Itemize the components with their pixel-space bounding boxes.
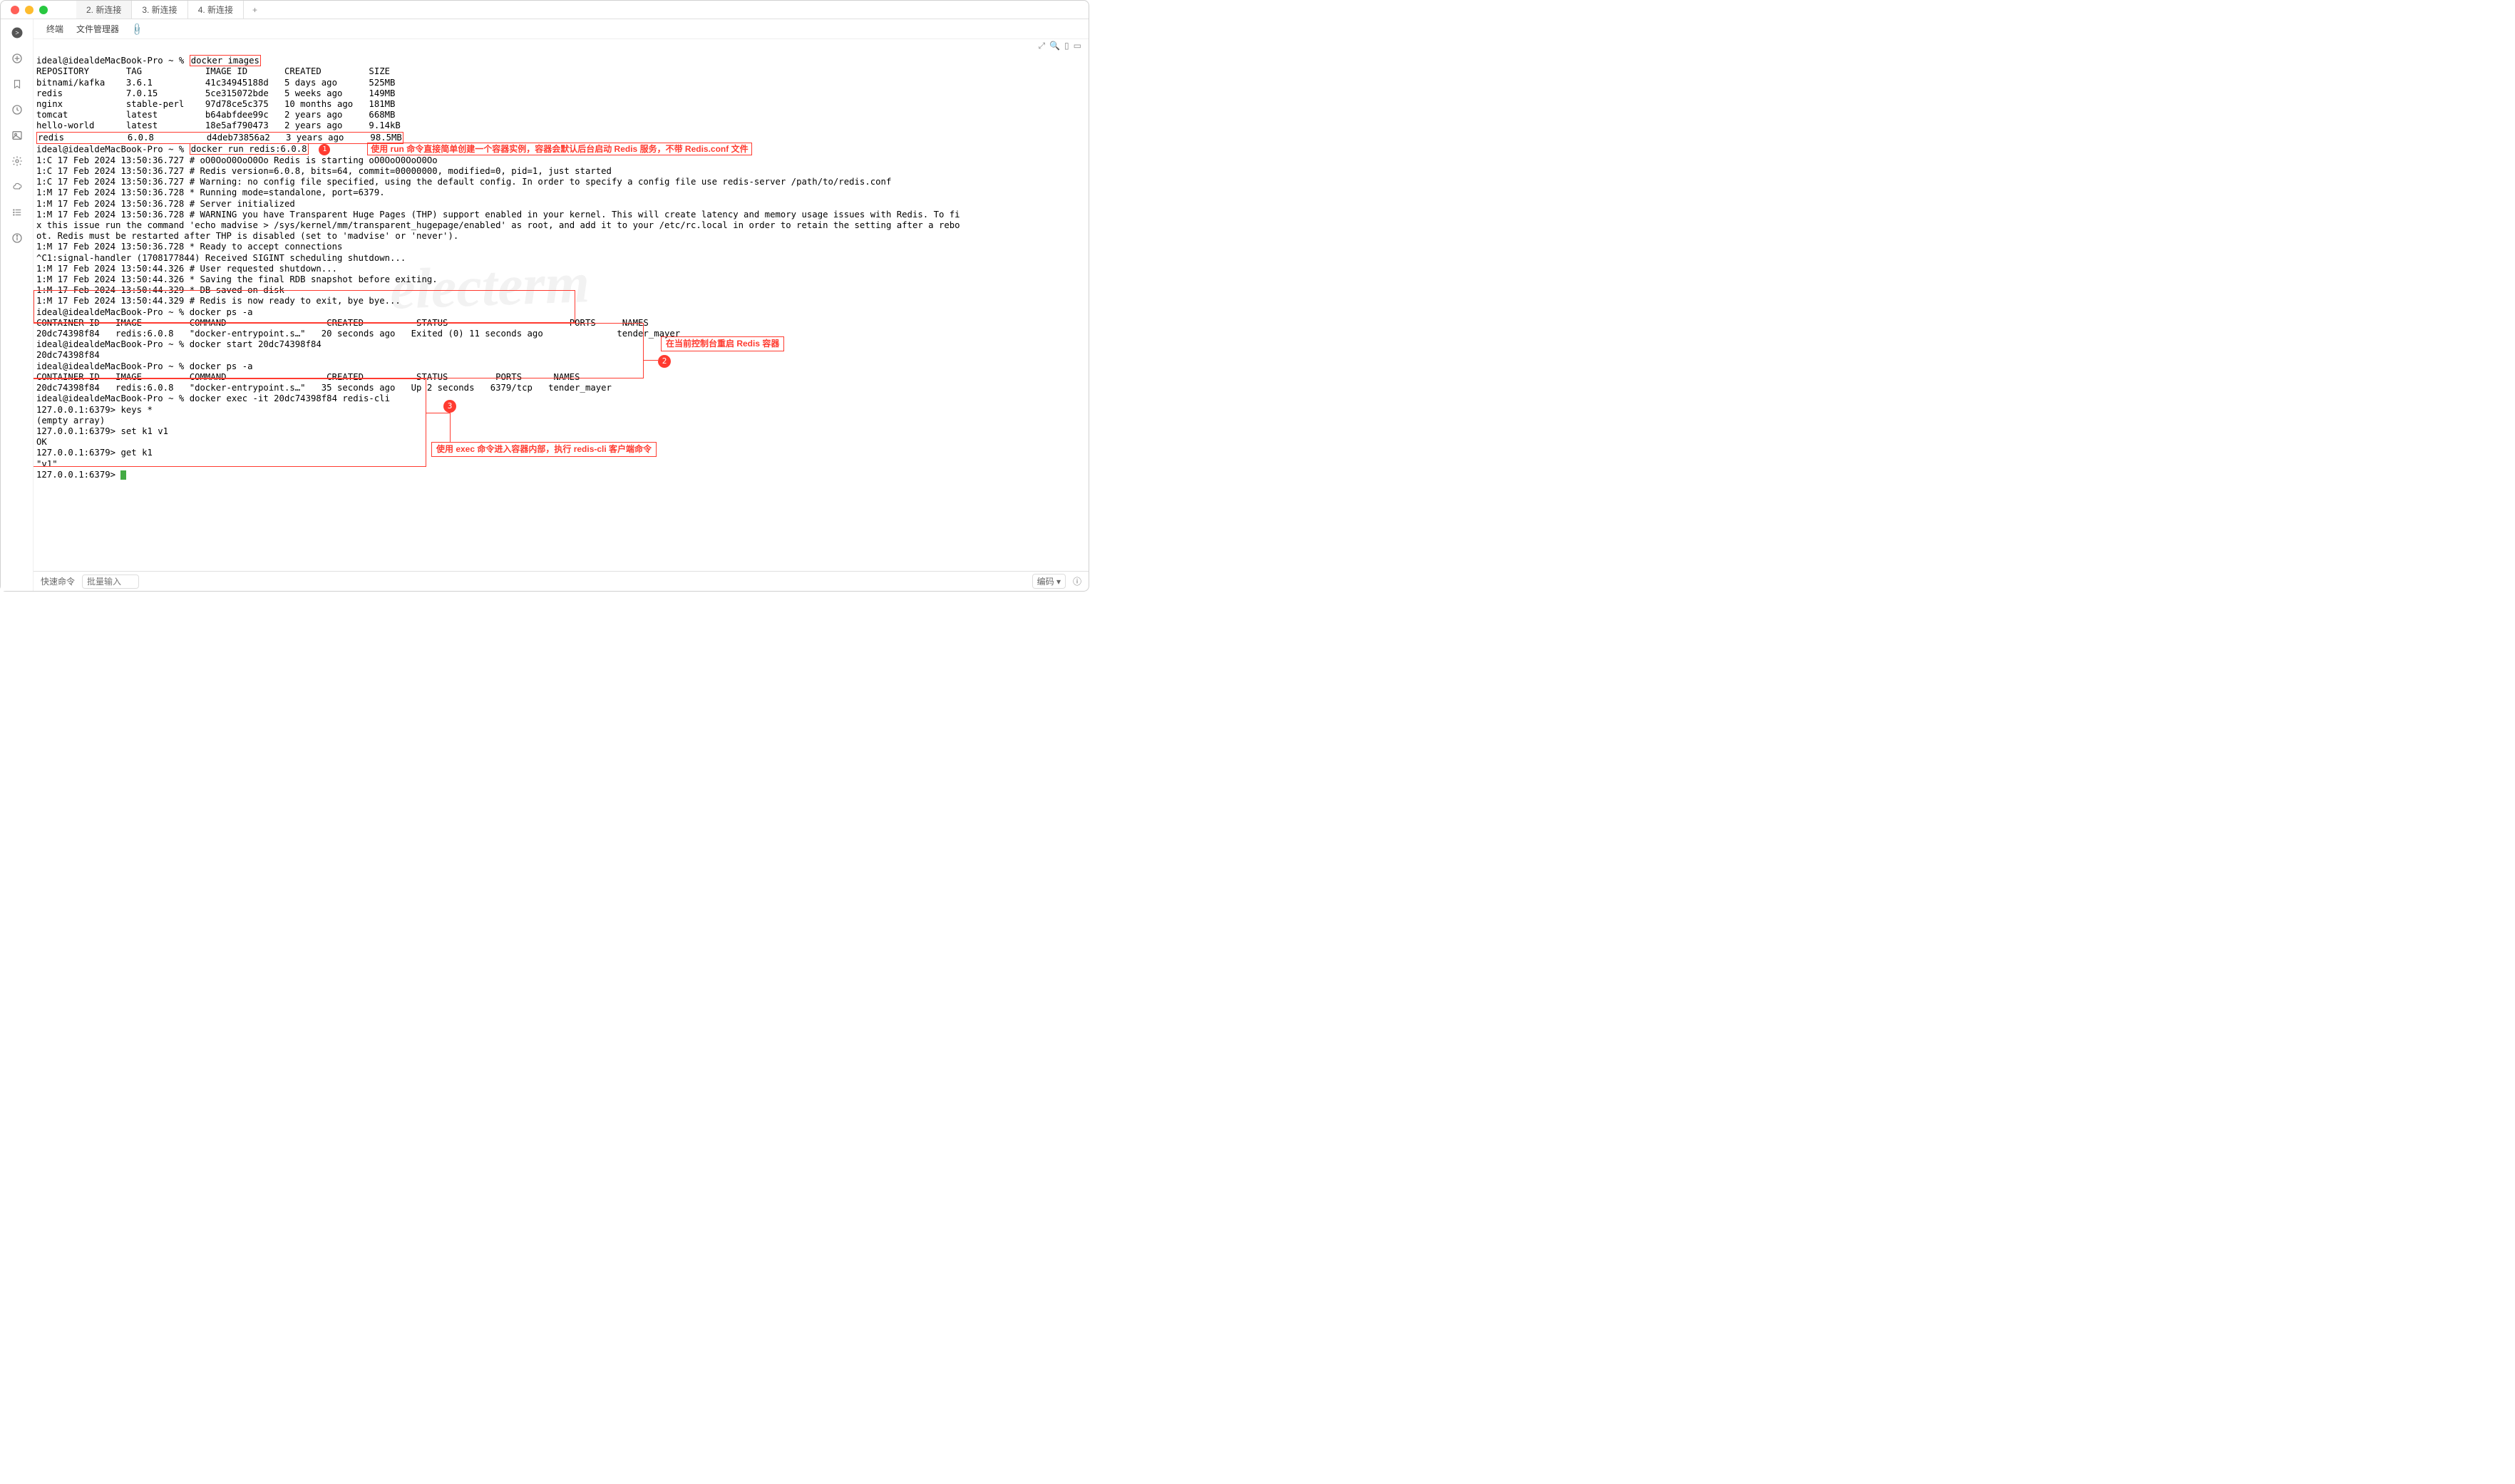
add-icon[interactable] bbox=[11, 52, 24, 65]
run-out-7: ot. Redis must be restarted after THP is… bbox=[36, 231, 458, 241]
subtab-terminal[interactable]: 终端 bbox=[42, 21, 68, 36]
img-row-4: hello-world latest 18e5af790473 2 years … bbox=[36, 120, 401, 130]
encoding-button[interactable]: 编码 ▾ bbox=[1032, 574, 1066, 589]
run-out-11: 1:M 17 Feb 2024 13:50:44.326 * Saving th… bbox=[36, 274, 438, 284]
footer-info-icon[interactable]: ⓘ bbox=[1073, 575, 1081, 587]
settings-icon[interactable] bbox=[11, 155, 24, 168]
window-controls bbox=[11, 6, 48, 14]
subtab-bar: 终端 文件管理器 📎 bbox=[34, 19, 1089, 39]
run-out-8: 1:M 17 Feb 2024 13:50:36.728 * Ready to … bbox=[36, 242, 342, 252]
tab-conn-3[interactable]: 3. 新连接 bbox=[132, 1, 187, 19]
maximize-window-button[interactable] bbox=[39, 6, 48, 14]
close-window-button[interactable] bbox=[11, 6, 19, 14]
history-icon[interactable] bbox=[11, 103, 24, 116]
box-ps-a-1 bbox=[34, 290, 575, 323]
run-out-9: ^C1:signal-handler (1708177844) Received… bbox=[36, 253, 406, 263]
logo-icon[interactable]: > bbox=[11, 26, 24, 39]
annotation-2: 在当前控制台重启 Redis 容器 bbox=[661, 336, 784, 351]
cmd-docker-images: docker images bbox=[190, 55, 261, 66]
footer: 快速命令 编码 ▾ ⓘ bbox=[34, 571, 1089, 591]
quick-cmd-button[interactable]: 快速命令 bbox=[41, 575, 75, 587]
svg-text:>: > bbox=[15, 29, 19, 36]
info-icon[interactable] bbox=[11, 232, 24, 244]
minimize-window-button[interactable] bbox=[25, 6, 34, 14]
img-row-1: redis 7.0.15 5ce315072bde 5 weeks ago 14… bbox=[36, 88, 395, 98]
box-block3 bbox=[34, 378, 426, 467]
main-panel: 终端 文件管理器 📎 ⤢ 🔍 ▯ ▭ ideal@idealdeMacBook-… bbox=[34, 19, 1089, 591]
annotation-3: 使用 exec 命令进入容器内部，执行 redis-cli 客户端命令 bbox=[431, 442, 657, 457]
image-icon[interactable] bbox=[11, 129, 24, 142]
blk3-7: 127.0.0.1:6379> bbox=[36, 470, 120, 480]
img-row-3: tomcat latest b64abfdee99c 2 years ago 6… bbox=[36, 110, 395, 120]
badge-1: 1 bbox=[319, 144, 330, 155]
cmd-docker-run: docker run redis:6.0.8 bbox=[190, 143, 309, 155]
run-out-2: 1:C 17 Feb 2024 13:50:36.727 # Warning: … bbox=[36, 177, 891, 187]
annotation-1: 使用 run 命令直接简单创建一个容器实例，容器会默认后台启动 Redis 服务… bbox=[367, 143, 751, 155]
run-out-5: 1:M 17 Feb 2024 13:50:36.728 # WARNING y… bbox=[36, 210, 960, 220]
images-header: REPOSITORY TAG IMAGE ID CREATED SIZE bbox=[36, 66, 390, 76]
batch-input[interactable] bbox=[82, 574, 139, 589]
bookmark-icon[interactable] bbox=[11, 78, 24, 91]
connector-2 bbox=[644, 360, 658, 361]
img-row-redis: redis 6.0.8 d4deb73856a2 3 years ago 98.… bbox=[36, 132, 403, 144]
badge-2: 2 bbox=[658, 355, 671, 368]
terminal-output[interactable]: ideal@idealdeMacBook-Pro ~ % docker imag… bbox=[34, 39, 1089, 571]
run-out-6: x this issue run the command 'echo madvi… bbox=[36, 220, 960, 230]
app-window: 2. 新连接 3. 新连接 4. 新连接 + > 终端 文件管理器 📎 ⤢ bbox=[0, 0, 1089, 592]
prompt-2: ideal@idealdeMacBook-Pro ~ % bbox=[36, 144, 190, 154]
terminal-cursor bbox=[120, 470, 126, 480]
cloud-icon[interactable] bbox=[11, 180, 24, 193]
run-out-10: 1:M 17 Feb 2024 13:50:44.326 # User requ… bbox=[36, 264, 337, 274]
run-out-0: 1:C 17 Feb 2024 13:50:36.727 # oO0OoO0Oo… bbox=[36, 155, 438, 165]
subtab-filemanager[interactable]: 文件管理器 bbox=[72, 21, 123, 36]
img-row-2: nginx stable-perl 97d78ce5c375 10 months… bbox=[36, 99, 395, 109]
run-out-1: 1:C 17 Feb 2024 13:50:36.727 # Redis ver… bbox=[36, 166, 612, 176]
attach-icon[interactable]: 📎 bbox=[126, 18, 149, 41]
connector-3v bbox=[450, 413, 451, 442]
run-out-3: 1:M 17 Feb 2024 13:50:36.728 * Running m… bbox=[36, 187, 385, 197]
badge-3: 3 bbox=[443, 400, 456, 413]
sidebar: > bbox=[1, 19, 34, 591]
tab-conn-2[interactable]: 2. 新连接 bbox=[76, 1, 132, 19]
tab-bar: 2. 新连接 3. 新连接 4. 新连接 + bbox=[76, 1, 266, 19]
titlebar: 2. 新连接 3. 新连接 4. 新连接 + bbox=[1, 1, 1089, 19]
tab-add-button[interactable]: + bbox=[244, 2, 266, 18]
list-icon[interactable] bbox=[11, 206, 24, 219]
img-row-0: bitnami/kafka 3.6.1 41c34945188d 5 days … bbox=[36, 78, 395, 88]
content-area: > 终端 文件管理器 📎 ⤢ 🔍 ▯ ▭ ideal@idealdeMacBo bbox=[1, 19, 1089, 591]
run-out-4: 1:M 17 Feb 2024 13:50:36.728 # Server in… bbox=[36, 199, 295, 209]
tab-conn-4[interactable]: 4. 新连接 bbox=[188, 1, 244, 19]
prompt-1: ideal@idealdeMacBook-Pro ~ % bbox=[36, 56, 190, 66]
box-block2 bbox=[34, 323, 644, 378]
